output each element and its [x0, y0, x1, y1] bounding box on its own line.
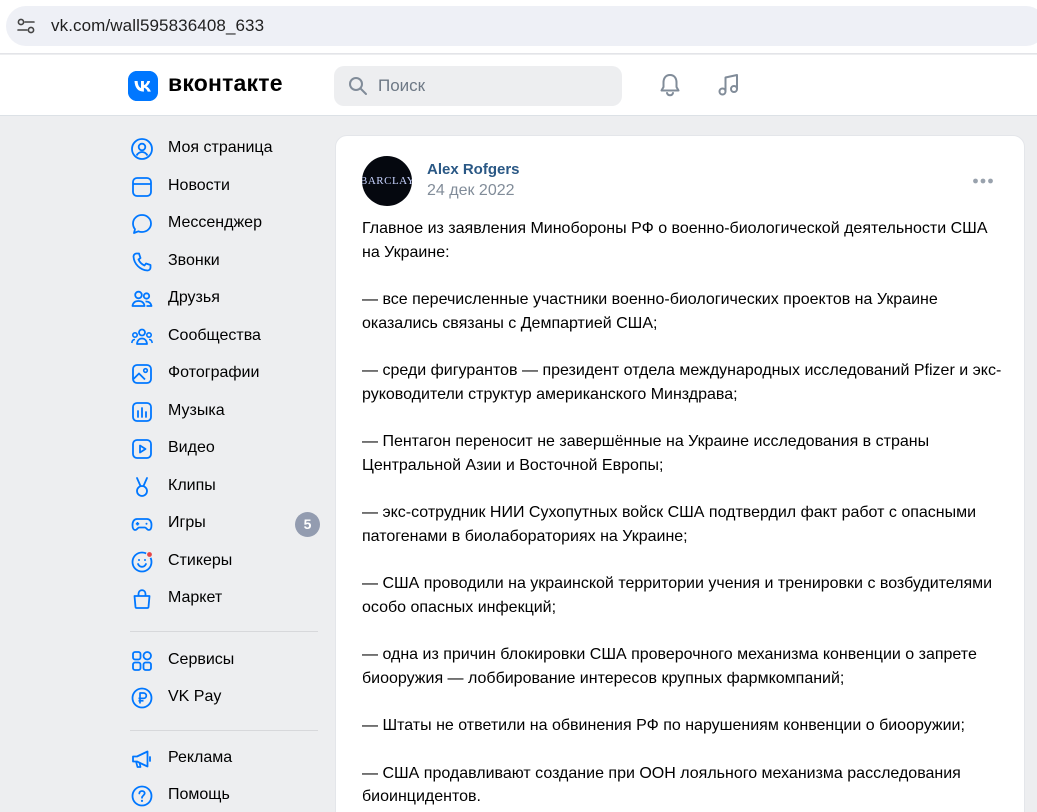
- vk-logo-icon[interactable]: [128, 71, 158, 101]
- sidebar-item-label: Новости: [168, 176, 230, 194]
- post-text: Главное из заявления Минобороны РФ о вое…: [362, 217, 1007, 812]
- sidebar-item-label: Мессенджер: [168, 214, 262, 231]
- sidebar-item-my-page[interactable]: Моя страница: [128, 130, 323, 168]
- post-paragraph: — экс-сотрудник НИИ Сухопутных войск США…: [362, 504, 977, 545]
- post-paragraph: — все перечисленные участники военно-био…: [362, 291, 938, 332]
- sidebar-item-label: Маркет: [168, 589, 223, 606]
- author-name[interactable]: Alex Rofgers: [427, 161, 520, 178]
- vk-wordmark[interactable]: вконтакте: [168, 70, 283, 97]
- sidebar-item-label: Сообщества: [168, 326, 261, 344]
- sidebar-item-label: Фотографии: [168, 364, 260, 381]
- games-icon: [131, 518, 153, 531]
- sidebar-item-friends[interactable]: Друзья: [128, 280, 323, 318]
- communities-icon: [131, 328, 153, 345]
- post-paragraph: — США проводили на украинской территории…: [362, 575, 993, 616]
- music-icon[interactable]: [715, 71, 743, 99]
- music-bars-icon: [132, 401, 152, 422]
- friends-icon: [131, 290, 153, 307]
- sidebar-item-label: VK Pay: [168, 688, 222, 705]
- services-icon: [132, 650, 152, 671]
- sidebar-item-label: Реклама: [168, 748, 233, 766]
- sidebar-item-clips[interactable]: Клипы: [128, 468, 323, 506]
- sidebar-item-label: Игры: [168, 514, 206, 531]
- vk-header: вконтакте: [0, 55, 1037, 116]
- clips-icon: [136, 476, 148, 497]
- sidebar-item-news[interactable]: Новости: [128, 168, 323, 206]
- sidebar-item-video[interactable]: Видео: [128, 430, 323, 468]
- browser-address-bar: vk.com/wall595836408_633: [0, 0, 1037, 54]
- sidebar-item-market[interactable]: Маркет: [128, 580, 323, 618]
- bell-icon[interactable]: [656, 71, 684, 99]
- left-sidebar: Моя страница Новости Мессенджер Звонки Д…: [128, 130, 323, 812]
- sidebar-item-label: Стикеры: [168, 551, 233, 569]
- sidebar-item-label: Друзья: [168, 289, 220, 306]
- sidebar-item-calls[interactable]: Звонки: [128, 243, 323, 281]
- news-icon: [132, 176, 152, 197]
- avatar[interactable]: BARCLAY: [362, 156, 412, 206]
- more-options-icon[interactable]: [972, 176, 994, 186]
- sidebar-item-label: Сервисы: [168, 650, 235, 668]
- sidebar-item-stickers[interactable]: Стикеры: [128, 543, 323, 581]
- sidebar-item-help[interactable]: Помощь: [128, 777, 323, 812]
- post-date[interactable]: 24 дек 2022: [427, 182, 515, 200]
- post-paragraph: — среди фигурантов — президент отдела ме…: [362, 362, 1002, 403]
- sidebar-item-games[interactable]: Игры 5: [128, 505, 323, 543]
- wall-post: BARCLAY Alex Rofgers 24 дек 2022 Главное…: [335, 135, 1025, 812]
- sidebar-item-label: Моя страница: [168, 139, 273, 156]
- photos-icon: [132, 364, 152, 384]
- post-paragraph: Главное из заявления Минобороны РФ о вое…: [362, 220, 988, 261]
- sidebar-item-label: Помощь: [168, 786, 230, 803]
- search-input[interactable]: [378, 66, 608, 106]
- url-text[interactable]: vk.com/wall595836408_633: [51, 16, 264, 36]
- post-paragraph: — Штаты не ответили на обвинения РФ по н…: [362, 717, 965, 734]
- user-circle-icon: [131, 138, 153, 160]
- search-icon: [349, 77, 367, 95]
- sidebar-divider: [130, 631, 318, 632]
- sidebar-item-ads[interactable]: Реклама: [128, 740, 323, 778]
- phone-icon: [132, 252, 152, 271]
- sidebar-item-label: Видео: [168, 439, 215, 456]
- sidebar-item-label: Музыка: [168, 401, 225, 419]
- sidebar-item-vk-pay[interactable]: VK Pay: [128, 679, 323, 717]
- megaphone-icon: [132, 750, 151, 768]
- avatar-text: BARCLAY: [362, 175, 412, 187]
- sidebar-item-music[interactable]: Музыка: [128, 393, 323, 431]
- site-settings-icon[interactable]: [16, 16, 36, 36]
- message-icon: [132, 214, 152, 234]
- vkpay-icon: [131, 687, 153, 709]
- post-paragraph: — США продавливают создание при ООН лоял…: [362, 764, 961, 806]
- sidebar-item-communities[interactable]: Сообщества: [128, 318, 323, 356]
- video-icon: [132, 439, 152, 459]
- sidebar-item-label: Клипы: [168, 476, 216, 494]
- sidebar-item-messenger[interactable]: Мессенджер: [128, 205, 323, 243]
- search-box[interactable]: [334, 66, 622, 106]
- post-paragraph: — одна из причин блокировки США провероч…: [362, 646, 977, 687]
- sidebar-item-photos[interactable]: Фотографии: [128, 355, 323, 393]
- stickers-icon: [131, 550, 154, 572]
- market-icon: [133, 589, 151, 609]
- sidebar-item-label: Звонки: [168, 251, 220, 269]
- sidebar-divider: [130, 730, 318, 731]
- sidebar-item-services[interactable]: Сервисы: [128, 642, 323, 680]
- help-icon: [131, 785, 153, 807]
- post-paragraph: — Пентагон переносит не завершённые на У…: [362, 433, 930, 474]
- games-count-badge: 5: [295, 512, 320, 537]
